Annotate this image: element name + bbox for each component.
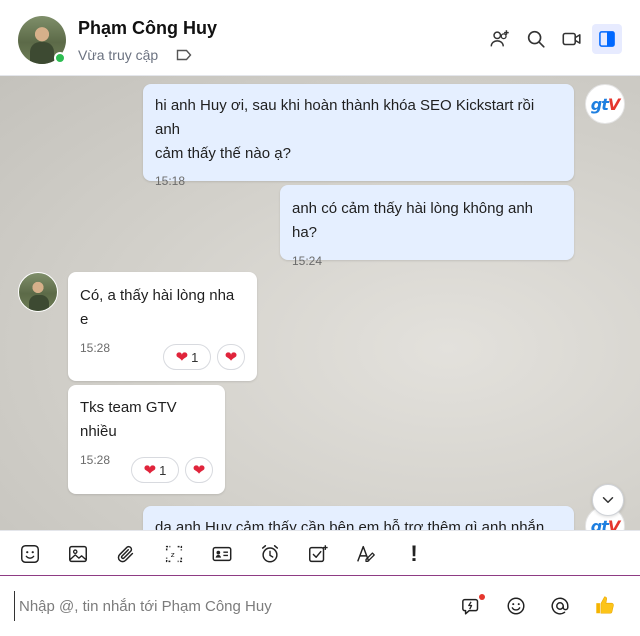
message-text: anh có cảm thấy hài lòng không anh ha?	[292, 200, 534, 241]
heart-icon: ❤	[143, 461, 157, 479]
toggle-panel-icon	[599, 31, 615, 47]
reaction-count-badge[interactable]: ❤ 1	[131, 457, 179, 483]
svg-text:z: z	[171, 550, 175, 559]
toggle-panel-button[interactable]	[592, 24, 622, 54]
composer-toolbar: z !	[0, 530, 640, 576]
message-text: hi anh Huy ơi, sau khi hoàn thành khóa S…	[155, 97, 535, 162]
scroll-to-bottom-button[interactable]	[592, 484, 624, 516]
composer	[0, 577, 640, 636]
message-bubble-outgoing[interactable]: anh có cảm thấy hài lòng không anh ha? 1…	[280, 185, 574, 268]
reaction-count: 1	[191, 349, 199, 365]
reaction-count: 1	[159, 462, 167, 478]
reaction-count-badge[interactable]: ❤ 1	[163, 344, 211, 370]
gtv-logo: gtV	[590, 516, 621, 531]
screenshot-icon[interactable]: z	[162, 542, 186, 566]
image-icon[interactable]	[66, 542, 90, 566]
quick-message-icon[interactable]	[460, 594, 485, 618]
emoji-icon[interactable]	[504, 594, 528, 618]
like-icon[interactable]	[592, 592, 618, 618]
message-text: da anh Huy cảm thấy cần bên em hỗ trợ th…	[155, 519, 545, 530]
video-call-icon[interactable]	[560, 27, 584, 51]
react-heart-button[interactable]: ❤	[185, 457, 213, 483]
contact-status: Vừa truy cập	[78, 47, 159, 63]
message-list[interactable]: hi anh Huy ơi, sau khi hoàn thành khóa S…	[0, 76, 640, 530]
sender-avatar[interactable]	[18, 272, 58, 312]
heart-icon: ❤	[175, 348, 189, 366]
heart-icon: ❤	[224, 348, 238, 366]
message-bubble-outgoing[interactable]: hi anh Huy ơi, sau khi hoàn thành khóa S…	[143, 84, 574, 188]
tag-icon[interactable]	[176, 48, 192, 62]
contact-card-icon[interactable]	[210, 542, 234, 566]
attachment-icon[interactable]	[114, 542, 138, 566]
sticker-icon[interactable]	[18, 542, 42, 566]
text-format-icon[interactable]	[354, 542, 378, 566]
add-member-icon[interactable]	[488, 27, 512, 51]
chevron-down-icon	[602, 497, 614, 503]
contact-name[interactable]: Phạm Công Huy	[78, 18, 217, 39]
heart-icon: ❤	[192, 461, 206, 479]
react-heart-button[interactable]: ❤	[217, 344, 245, 370]
message-bubble-outgoing[interactable]: da anh Huy cảm thấy cần bên em hỗ trợ th…	[143, 506, 574, 530]
mention-icon[interactable]	[548, 594, 572, 618]
gtv-avatar[interactable]: gtV	[585, 84, 625, 124]
message-text: Có, a thấy hài lòng nha e	[80, 287, 235, 328]
message-time: 15:24	[292, 254, 323, 268]
message-text: Tks team GTV nhiều	[80, 399, 177, 440]
reminder-clock-icon[interactable]	[258, 542, 282, 566]
message-input[interactable]	[14, 591, 444, 621]
search-icon[interactable]	[524, 27, 548, 51]
notification-dot	[479, 594, 485, 600]
gtv-logo: gtV	[590, 94, 621, 114]
online-status-indicator	[54, 52, 66, 64]
important-icon[interactable]: !	[402, 541, 426, 566]
chat-header: Phạm Công Huy Vừa truy cập	[0, 0, 640, 76]
task-icon[interactable]	[306, 542, 330, 566]
